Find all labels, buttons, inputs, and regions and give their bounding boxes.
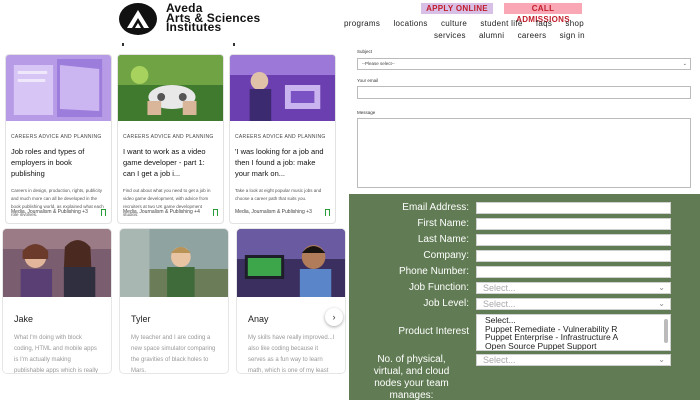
bookmark-icon[interactable] — [213, 209, 218, 216]
article-title[interactable]: I want to work as a video game developer… — [123, 146, 218, 179]
job-level-label: Job Level: — [423, 298, 469, 309]
article-tags: Media, Journalism & Publishing +3 — [235, 209, 312, 215]
nodes-select[interactable]: Select... ⌄ — [476, 354, 671, 366]
article-image — [118, 55, 223, 121]
chevron-right-icon: › — [332, 312, 336, 322]
apply-online-button[interactable]: APPLY ONLINE — [421, 3, 493, 14]
profile-card[interactable]: Anay My skills have really improved...I … — [236, 228, 346, 374]
nodes-label-line: No. of physical, — [377, 354, 446, 365]
job-function-placeholder: Select... — [483, 283, 516, 293]
message-label: Message — [357, 110, 376, 115]
logo-wordmark[interactable]: Aveda Arts & Sciences Institutes — [166, 2, 260, 32]
subject-label: Subject — [357, 49, 373, 54]
main-nav: programs locations culture student life … — [344, 19, 595, 28]
product-interest-listbox[interactable]: Select... Puppet Remediate - Vulnerabili… — [476, 314, 671, 351]
email-label: Your email — [357, 78, 379, 83]
article-card[interactable]: CAREERS ADVICE AND PLANNING Job roles an… — [5, 54, 112, 224]
nav-careers[interactable]: careers — [518, 31, 547, 40]
chevron-down-icon: ⌄ — [658, 299, 665, 308]
carousel-dot — [233, 43, 235, 46]
phone-number-input[interactable] — [476, 266, 671, 278]
bookmark-icon[interactable] — [101, 209, 106, 216]
article-card[interactable]: CAREERS ADVICE AND PLANNING 'I was looki… — [229, 54, 336, 224]
first-name-input[interactable] — [476, 218, 671, 230]
profile-name: Tyler — [131, 314, 151, 324]
first-name-label: First Name: — [417, 218, 469, 229]
nav-shop[interactable]: shop — [565, 19, 584, 28]
company-input[interactable] — [476, 250, 671, 262]
last-name-label: Last Name: — [417, 234, 469, 245]
subject-select-value: --Please select-- — [362, 61, 395, 66]
article-category: CAREERS ADVICE AND PLANNING — [123, 134, 214, 140]
article-tags: Media, Journalism & Publishing +4 — [123, 209, 200, 215]
carousel-dot — [122, 43, 124, 46]
profile-photo — [3, 229, 111, 297]
nav-services[interactable]: services — [434, 31, 466, 40]
job-level-select[interactable]: Select... ⌄ — [476, 298, 671, 310]
nav-culture[interactable]: culture — [441, 19, 467, 28]
article-title[interactable]: 'I was looking for a job and then I foun… — [235, 146, 330, 179]
article-title[interactable]: Job roles and types of employers in book… — [11, 146, 106, 179]
secondary-nav: services alumni careers sign in — [434, 31, 596, 40]
nodes-label: No. of physical, virtual, and cloud node… — [349, 354, 474, 400]
aveda-logo-icon[interactable] — [119, 3, 157, 35]
nodes-label-line: manages: — [389, 390, 434, 400]
profile-name: Jake — [14, 314, 34, 324]
site-header: Aveda Arts & Sciences Institutes APPLY O… — [0, 0, 700, 46]
article-category: CAREERS ADVICE AND PLANNING — [235, 134, 326, 140]
article-image — [6, 55, 111, 121]
profile-photo — [120, 229, 228, 297]
bookmark-icon[interactable] — [325, 209, 330, 216]
profile-quote: My teacher and I are coding a new space … — [131, 335, 216, 374]
chevron-down-icon: ⌄ — [658, 355, 665, 364]
product-interest-label: Product Interest — [398, 326, 469, 337]
profile-quote: My skills have really improved...I also … — [248, 335, 335, 374]
article-description: Take a look at eight popular music jobs … — [235, 188, 322, 201]
nodes-placeholder: Select... — [483, 355, 516, 365]
lead-form: Email Address: First Name: Last Name: Co… — [349, 194, 700, 400]
last-name-input[interactable] — [476, 234, 671, 246]
article-category: CAREERS ADVICE AND PLANNING — [11, 134, 102, 140]
nav-alumni[interactable]: alumni — [479, 31, 504, 40]
call-admissions-button[interactable]: CALL ADMISSIONS — [504, 3, 582, 24]
article-image — [230, 55, 335, 121]
article-card[interactable]: CAREERS ADVICE AND PLANNING I want to wo… — [117, 54, 224, 224]
product-option[interactable]: Open Source Puppet Support — [485, 341, 670, 351]
job-function-select[interactable]: Select... ⌄ — [476, 282, 671, 294]
profile-quote: What I'm doing with block coding, HTML a… — [14, 335, 99, 374]
profile-photo — [237, 229, 345, 297]
nav-sign-in[interactable]: sign in — [560, 31, 585, 40]
nav-faqs[interactable]: faqs — [536, 19, 552, 28]
job-level-placeholder: Select... — [483, 299, 516, 309]
nav-locations[interactable]: locations — [393, 19, 427, 28]
message-field[interactable] — [357, 118, 691, 188]
subject-select[interactable]: --Please select-- ⌄ — [357, 58, 691, 70]
profile-card[interactable]: Jake What I'm doing with block coding, H… — [2, 228, 112, 374]
nodes-label-line: nodes your team — [374, 378, 449, 389]
email-address-label: Email Address: — [402, 202, 469, 213]
email-field[interactable] — [357, 86, 691, 99]
chevron-down-icon: ⌄ — [658, 283, 665, 292]
email-address-input[interactable] — [476, 202, 671, 214]
article-tags: Media, Journalism & Publishing +3 — [11, 209, 88, 215]
chevron-down-icon: ⌄ — [682, 61, 687, 67]
nav-student-life[interactable]: student life — [480, 19, 522, 28]
carousel-next-button[interactable]: › — [325, 308, 343, 326]
profile-card[interactable]: Tyler My teacher and I are coding a new … — [119, 228, 229, 374]
phone-number-label: Phone Number: — [398, 266, 469, 277]
company-label: Company: — [423, 250, 469, 261]
listbox-scrollbar[interactable] — [664, 319, 668, 343]
nav-programs[interactable]: programs — [344, 19, 380, 28]
nodes-label-line: virtual, and cloud — [373, 366, 450, 377]
job-function-label: Job Function: — [408, 282, 469, 293]
